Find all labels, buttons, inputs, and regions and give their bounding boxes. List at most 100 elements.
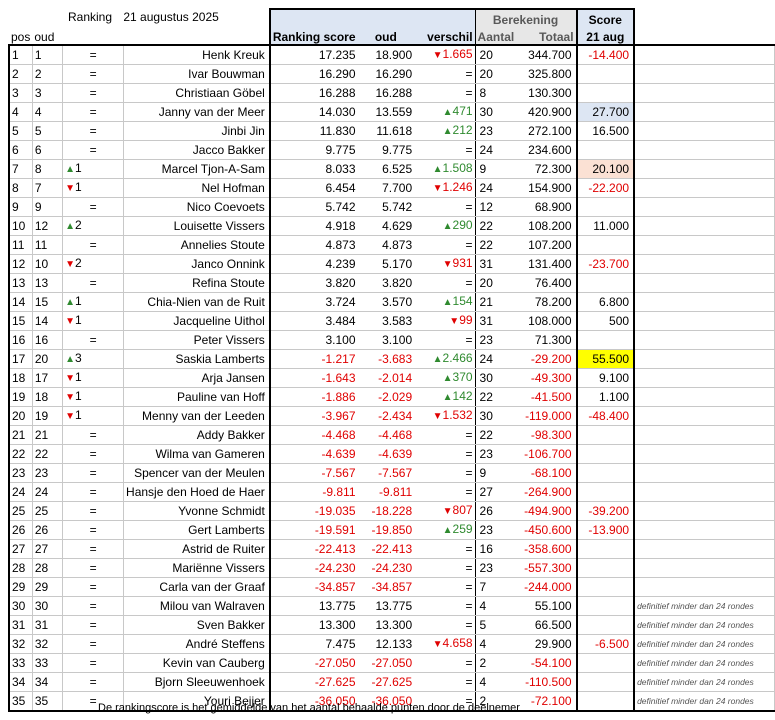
row-trend: = [62, 596, 125, 616]
row-pos: 19 [7, 387, 33, 407]
row-pos: 21 [7, 425, 33, 445]
row-verschil: = [414, 330, 476, 350]
row-trend-value: = [89, 674, 97, 689]
row-trend-value: = [89, 465, 97, 480]
row-totaal: 108.200 [516, 216, 577, 236]
row-totaal: 71.300 [516, 330, 577, 350]
row-totaal: -41.500 [516, 387, 577, 407]
row-trend: = [62, 140, 125, 160]
row-note [634, 558, 775, 578]
arrow-up-icon [443, 123, 453, 137]
row-name: Wilma van Gameren [123, 444, 271, 464]
row-aantal: 26 [474, 501, 517, 521]
row-oud-value: -3.683 [357, 349, 415, 369]
row-ranking-score: -27.625 [269, 672, 358, 692]
row-verschil: 154 [414, 292, 476, 312]
row-note [634, 273, 775, 293]
row-oud: 8 [32, 159, 64, 179]
arrow-up-icon [65, 161, 75, 175]
arrow-down-icon [433, 408, 443, 422]
table-row: 2525 = Yvonne Schmidt-19.035-18.228 80726-4… [7, 501, 775, 521]
row-name: Annelies Stoute [123, 235, 271, 255]
row-trend: = [62, 520, 125, 540]
row-totaal: -450.600 [516, 520, 577, 540]
arrow-down-icon [433, 636, 443, 650]
row-aantal: 24 [474, 349, 517, 369]
row-score [575, 539, 636, 559]
row-totaal: -244.000 [516, 577, 577, 597]
row-aantal: 24 [474, 178, 517, 198]
row-totaal: 78.200 [516, 292, 577, 312]
row-aantal: 22 [474, 235, 517, 255]
row-verschil-value: 931 [452, 256, 473, 270]
row-totaal: 325.800 [516, 64, 577, 84]
row-trend-value: 2 [75, 256, 82, 270]
row-trend: = [62, 102, 125, 122]
row-note [634, 83, 775, 103]
row-verschil: 290 [414, 216, 476, 236]
row-trend-value: = [89, 560, 97, 575]
row-score [575, 615, 636, 635]
row-ranking-score: -34.857 [269, 577, 358, 597]
table-row: 871 Nel Hofman6.4547.700 1.24624154.900-22… [7, 178, 775, 198]
row-trend-value: 1 [75, 180, 82, 194]
row-score [575, 463, 636, 483]
row-trend-value: = [89, 123, 97, 138]
row-totaal: -68.100 [516, 463, 577, 483]
row-aantal: 31 [474, 254, 517, 274]
table-row: 24 24 = Hansje den Hoed de Haer -9.811 -9.811… [7, 482, 775, 502]
row-trend-value: 1 [75, 313, 82, 327]
row-verschil: = [414, 615, 476, 635]
row-verschil: 212 [414, 121, 476, 141]
arrow-down-icon [65, 370, 75, 384]
row-pos: 16 [7, 330, 33, 350]
row-score: -22.200 [575, 178, 636, 198]
row-pos: 4 [7, 102, 33, 122]
row-name: Henk Kreuk [123, 45, 271, 65]
row-ranking-score: 3.100 [269, 330, 358, 350]
arrow-down-icon [65, 389, 75, 403]
row-score [575, 558, 636, 578]
arrow-up-icon [443, 389, 453, 403]
row-ranking-score: -9.811 [269, 482, 358, 502]
row-verschil-value: 154 [452, 294, 473, 308]
row-verschil-value: = [465, 579, 473, 594]
row-oud: 30 [32, 596, 64, 616]
row-ranking-score: 4.918 [269, 216, 358, 236]
row-verschil: 99 [414, 311, 476, 331]
row-verschil: 931 [414, 254, 476, 274]
row-trend: 1 [62, 387, 125, 407]
row-trend: = [62, 558, 125, 578]
row-score [575, 273, 636, 293]
row-aantal: 9 [474, 463, 517, 483]
row-verschil-value: = [465, 142, 473, 157]
table-row: 31 31 = Sven Bakker 13.300 13.300 = 5 66.500 defi… [7, 615, 775, 635]
row-oud: 7 [32, 178, 64, 198]
row-oud-value: 13.559 [357, 102, 415, 122]
row-trend: 2 [62, 216, 125, 236]
row-name: Pauline van Hoff [123, 387, 271, 407]
row-oud: 31 [32, 615, 64, 635]
row-pos: 22 [7, 444, 33, 464]
row-trend: = [62, 615, 125, 635]
row-oud-value: 9.775 [357, 140, 415, 160]
arrow-down-icon [449, 313, 459, 327]
row-verschil-value: 142 [452, 389, 473, 403]
row-oud: 19 [32, 406, 64, 426]
row-note [634, 216, 775, 236]
row-totaal: 344.700 [516, 45, 577, 65]
row-verschil-value: = [465, 484, 473, 499]
row-pos: 10 [7, 216, 33, 236]
row-oud-value: 16.290 [357, 64, 415, 84]
row-trend: = [62, 425, 125, 445]
row-ranking-score: 4.873 [269, 235, 358, 255]
row-ranking-score: 6.454 [269, 178, 358, 198]
row-trend: = [62, 539, 125, 559]
row-oud: 26 [32, 520, 64, 540]
row-oud: 6 [32, 140, 64, 160]
row-aantal: 22 [474, 425, 517, 445]
row-trend-value: = [89, 85, 97, 100]
row-pos: 3 [7, 83, 33, 103]
row-trend-value: = [89, 636, 97, 651]
row-oud-value: 13.775 [357, 596, 415, 616]
